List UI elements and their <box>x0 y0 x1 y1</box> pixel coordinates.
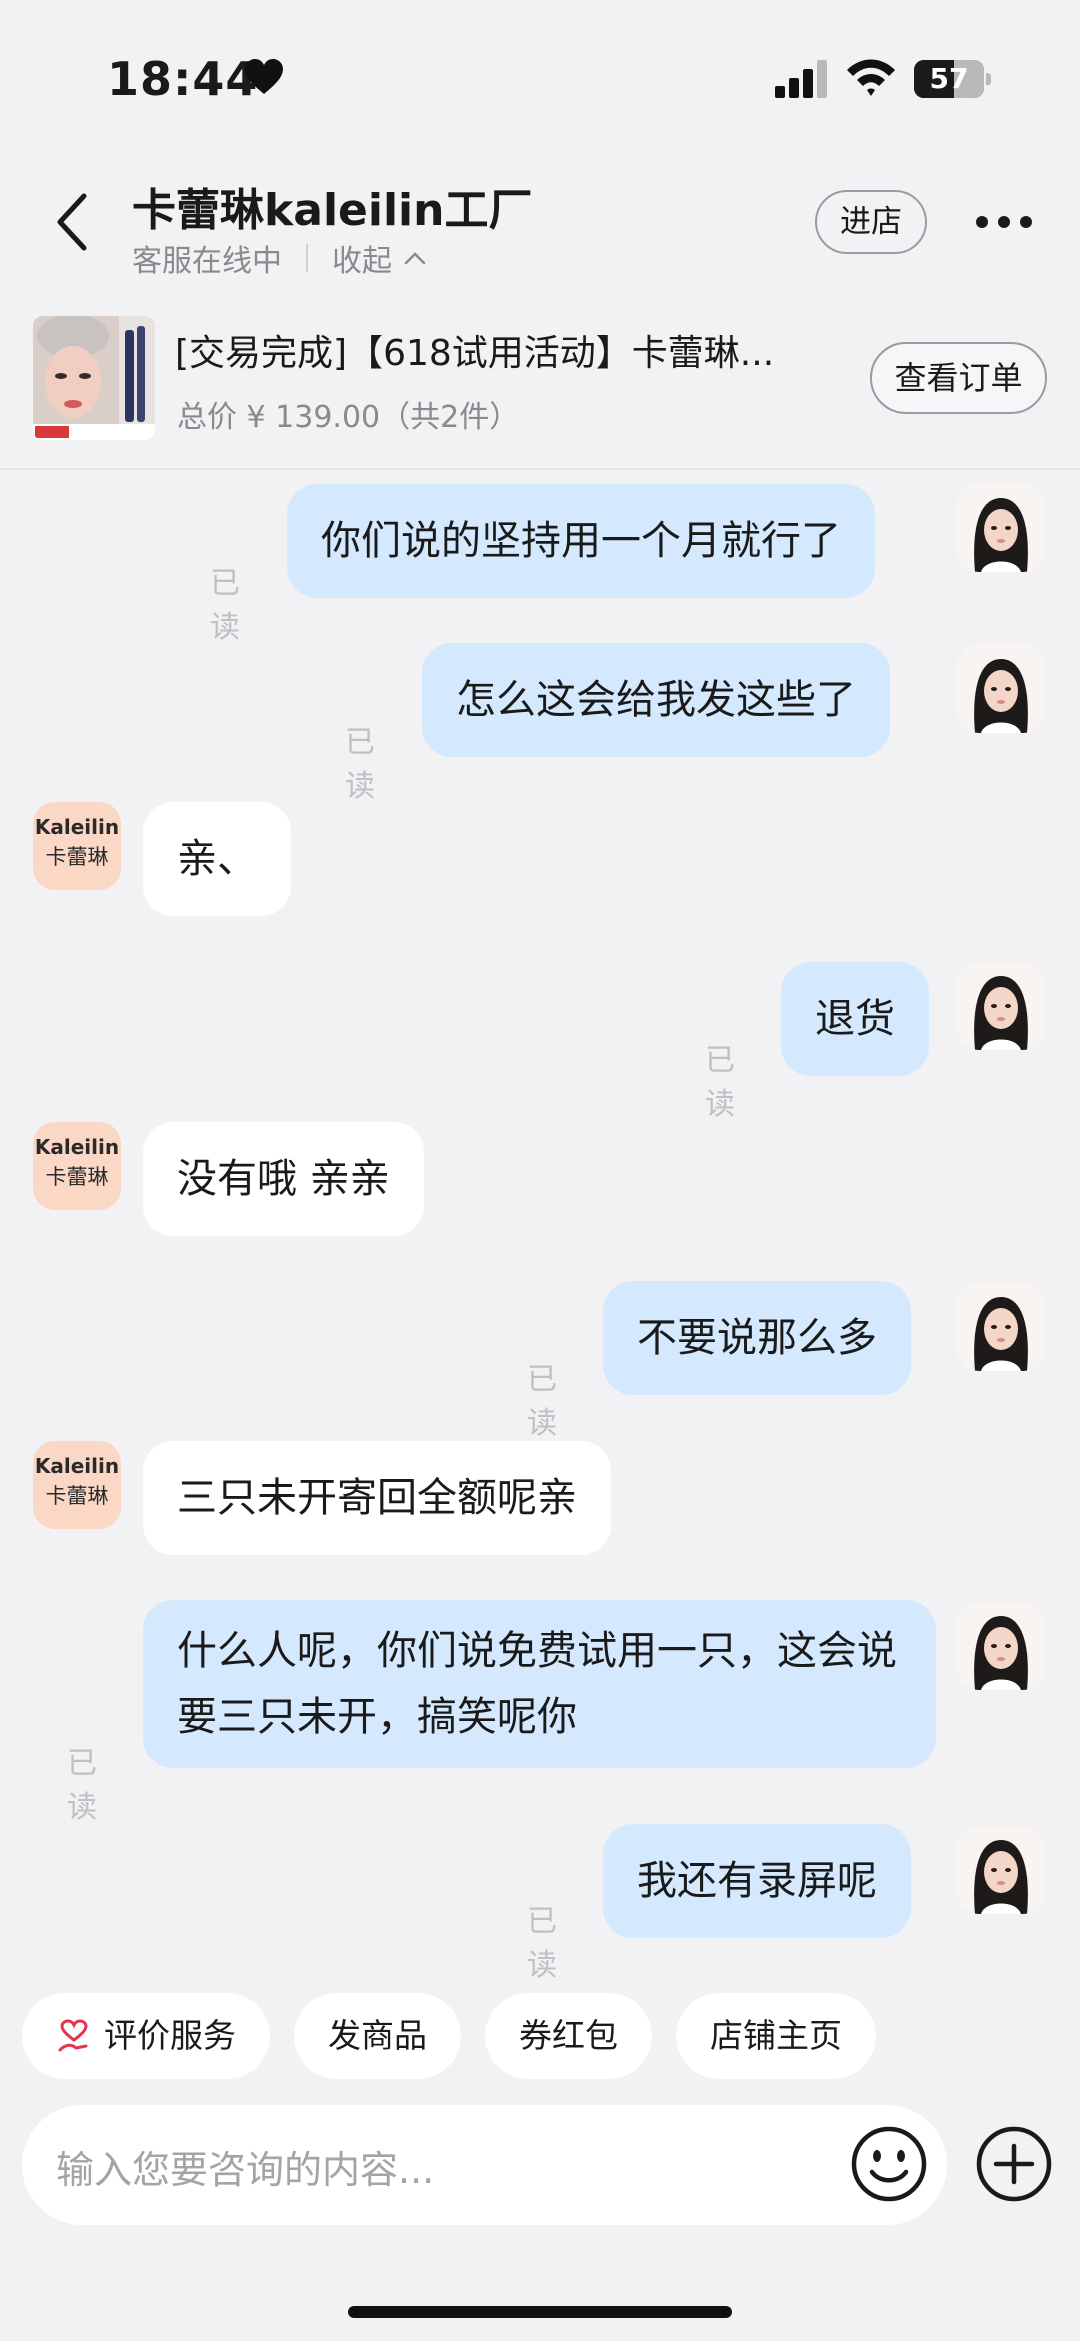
message-input[interactable]: 输入您要咨询的内容... <box>22 2105 947 2225</box>
my-message-bubble[interactable]: 什么人呢，你们说免费试用一只，这会说要三只未开，搞笑呢你 <box>143 1600 936 1768</box>
collapse-label[interactable]: 收起 <box>332 236 392 280</box>
shop-avatar-brand: Kaleilin <box>34 1135 120 1159</box>
battery-percent: 57 <box>929 62 969 95</box>
chat-header: 卡蕾琳kaleilin工厂 客服在线中 收起 进店 <box>0 160 1080 290</box>
read-receipt: 已读 <box>527 1362 557 1441</box>
shop-avatar-brand: Kaleilin <box>34 1454 120 1478</box>
order-card[interactable]: [交易完成]【618试用活动】卡蕾琳... 总价 ¥ 139.00（共2件） 查… <box>0 310 1080 470</box>
heart-hand-icon <box>58 2019 88 2052</box>
shop-message-bubble[interactable]: 没有哦 亲亲 <box>143 1122 424 1236</box>
shop-message-bubble[interactable]: 三只未开寄回全额呢亲 <box>143 1441 611 1555</box>
shop-name[interactable]: 卡蕾琳kaleilin工厂 <box>132 174 532 238</box>
more-options-icon[interactable] <box>974 212 1034 232</box>
my-message-bubble[interactable]: 怎么这会给我发这些了 <box>422 643 890 757</box>
shop-avatar[interactable]: Kaleilin 卡蕾琳 <box>33 1122 121 1210</box>
order-price: 总价 ¥ 139.00（共2件） <box>177 400 520 435</box>
shop-avatar[interactable]: Kaleilin 卡蕾琳 <box>33 802 121 890</box>
my-message-bubble[interactable]: 不要说那么多 <box>603 1281 911 1395</box>
home-indicator[interactable] <box>348 2306 732 2318</box>
cellular-signal-icon <box>775 60 827 98</box>
my-avatar[interactable] <box>957 484 1045 572</box>
shop-avatar-name: 卡蕾琳 <box>45 1165 109 1189</box>
wifi-icon <box>847 59 895 96</box>
my-message-bubble[interactable]: 我还有录屏呢 <box>603 1824 911 1938</box>
clock: 18:44 <box>107 52 259 106</box>
my-avatar[interactable] <box>957 1602 1045 1690</box>
shop-avatar-name: 卡蕾琳 <box>45 1484 109 1508</box>
plus-icon[interactable] <box>975 2125 1053 2203</box>
battery-cap <box>986 73 991 85</box>
read-receipt: 已读 <box>210 566 240 645</box>
my-avatar[interactable] <box>957 962 1045 1050</box>
product-thumbnail[interactable] <box>33 316 155 440</box>
service-status-line: 客服在线中 收起 <box>132 236 426 280</box>
status-bar: 18:44 57 <box>0 0 1080 150</box>
my-message-bubble[interactable]: 你们说的坚持用一个月就行了 <box>287 484 875 598</box>
divider <box>306 244 308 272</box>
input-placeholder: 输入您要咨询的内容... <box>56 2148 435 2192</box>
read-receipt: 已读 <box>345 725 375 804</box>
my-avatar[interactable] <box>957 1826 1045 1914</box>
quick-actions: 评价服务 发商品 券红包 店铺主页 <box>22 1993 900 2079</box>
emoji-icon[interactable] <box>850 2125 928 2203</box>
send-product-chip[interactable]: 发商品 <box>294 1993 461 2079</box>
battery-indicator: 57 <box>914 60 991 98</box>
my-message-bubble[interactable]: 退货 <box>781 962 929 1076</box>
my-avatar[interactable] <box>957 645 1045 733</box>
chevron-up-icon[interactable] <box>404 251 426 265</box>
heart-icon <box>245 59 283 94</box>
read-receipt: 已读 <box>527 1904 557 1983</box>
shop-avatar-brand: Kaleilin <box>34 815 120 839</box>
coupon-chip[interactable]: 券红包 <box>485 1993 652 2079</box>
my-avatar[interactable] <box>957 1283 1045 1371</box>
shop-avatar[interactable]: Kaleilin 卡蕾琳 <box>33 1441 121 1529</box>
store-home-chip[interactable]: 店铺主页 <box>676 1993 876 2079</box>
service-status: 客服在线中 <box>132 244 282 279</box>
rate-service-label: 评价服务 <box>104 2016 236 2055</box>
read-receipt: 已读 <box>705 1043 735 1122</box>
order-title[interactable]: [交易完成]【618试用活动】卡蕾琳... <box>175 324 774 376</box>
read-receipt: 已读 <box>67 1746 97 1825</box>
rate-service-chip[interactable]: 评价服务 <box>22 1993 270 2079</box>
shop-message-bubble[interactable]: 亲、 <box>143 802 291 916</box>
back-icon[interactable] <box>50 190 94 254</box>
view-order-button[interactable]: 查看订单 <box>870 342 1047 414</box>
shop-avatar-name: 卡蕾琳 <box>45 845 109 869</box>
enter-store-button[interactable]: 进店 <box>815 190 927 254</box>
